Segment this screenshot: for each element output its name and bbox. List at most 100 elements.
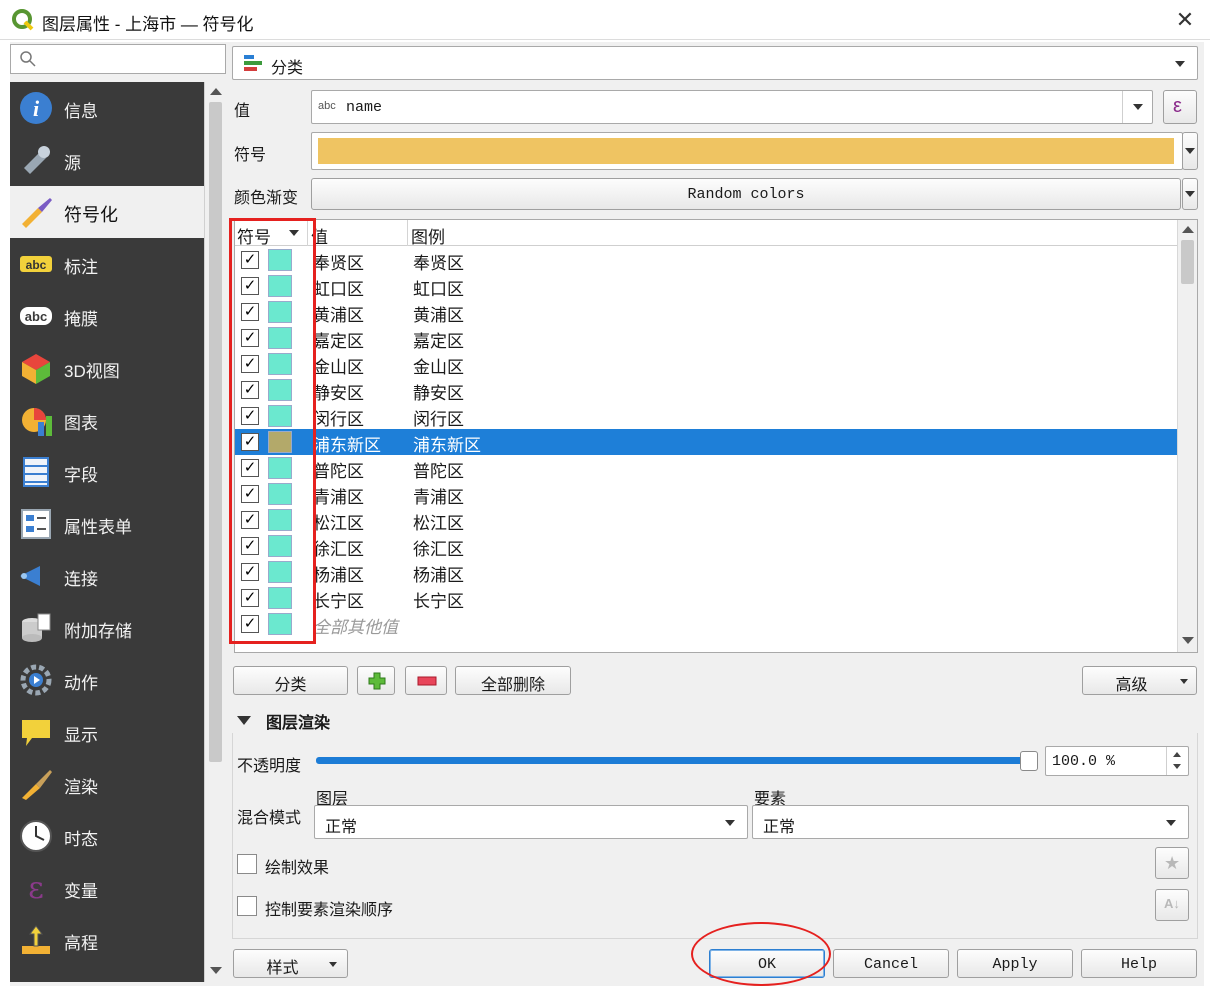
minus-icon — [417, 676, 437, 686]
table-row[interactable]: ✓ 松江区 松江区 — [235, 507, 1177, 533]
chevron-down-icon — [725, 820, 735, 826]
sidebar-item[interactable]: 高程 — [10, 914, 204, 966]
color-ramp-dropdown-button[interactable] — [1182, 178, 1198, 210]
auxiliary-storage-icon — [22, 613, 51, 642]
sidebar-item[interactable]: abc 掩膜 — [10, 290, 204, 342]
spin-up-icon[interactable] — [1173, 752, 1181, 757]
sidebar-scrollbar[interactable] — [204, 82, 226, 982]
category-legend: 金山区 — [413, 358, 464, 377]
collapse-arrow-icon[interactable] — [237, 716, 251, 725]
category-legend: 静安区 — [413, 384, 464, 403]
column-header-legend[interactable]: 图例 — [411, 223, 445, 248]
style-menu-button[interactable]: 样式 — [233, 949, 348, 978]
feature-order-settings-button[interactable]: A↓ — [1155, 889, 1189, 921]
table-row[interactable]: ✓ 闵行区 闵行区 — [235, 403, 1177, 429]
help-button[interactable]: Help — [1081, 949, 1197, 978]
table-row[interactable]: ✓ 黄浦区 黄浦区 — [235, 299, 1177, 325]
table-row[interactable]: ✓ 青浦区 青浦区 — [235, 481, 1177, 507]
cancel-button[interactable]: Cancel — [833, 949, 949, 978]
table-row[interactable]: ✓ 杨浦区 杨浦区 — [235, 559, 1177, 585]
table-row[interactable]: ✓ 普陀区 普陀区 — [235, 455, 1177, 481]
search-icon — [20, 51, 36, 67]
scroll-down-icon[interactable] — [210, 967, 222, 974]
layer-blend-select[interactable]: 正常 — [314, 805, 748, 839]
category-value: 徐汇区 — [313, 540, 364, 559]
expression-button[interactable]: ε — [1163, 90, 1197, 124]
search-input[interactable] — [10, 44, 226, 74]
category-value: 嘉定区 — [313, 332, 364, 351]
table-row[interactable]: ✓ 全部其他值 — [235, 611, 1177, 637]
remove-category-button[interactable] — [405, 666, 447, 695]
sidebar-item[interactable]: ε 变量 — [10, 862, 204, 914]
sidebar-item[interactable]: 附加存储 — [10, 602, 204, 654]
category-value: 杨浦区 — [313, 566, 364, 585]
scroll-thumb[interactable] — [1181, 240, 1194, 284]
opacity-spinbox[interactable]: 100.0 % — [1045, 746, 1189, 776]
table-row[interactable]: ✓ 浦东新区 浦东新区 — [235, 429, 1177, 455]
feature-order-checkbox[interactable] — [237, 896, 257, 916]
sidebar-item-label: 图表 — [64, 414, 98, 433]
advanced-menu-button[interactable]: 高级 — [1082, 666, 1197, 695]
scroll-down-icon[interactable] — [1182, 637, 1194, 644]
sidebar-item[interactable]: 字段 — [10, 446, 204, 498]
field-dropdown-button[interactable] — [1122, 91, 1152, 123]
classify-button-label: 分类 — [274, 677, 307, 694]
scroll-thumb[interactable] — [209, 102, 222, 762]
category-legend: 闵行区 — [413, 410, 464, 429]
variables-epsilon-icon: ε — [28, 871, 44, 906]
sidebar-item-label: 高程 — [64, 934, 98, 953]
layer-rendering-title[interactable]: 图层渲染 — [266, 709, 330, 733]
table-row[interactable]: ✓ 徐汇区 徐汇区 — [235, 533, 1177, 559]
feature-blend-select[interactable]: 正常 — [752, 805, 1189, 839]
renderer-type-select[interactable]: 分类 — [232, 46, 1198, 80]
symbology-brush-icon — [22, 198, 52, 228]
actions-gear-icon — [20, 664, 52, 696]
sidebar-item[interactable]: 图表 — [10, 394, 204, 446]
sidebar-item[interactable]: 符号化 — [10, 186, 204, 238]
opacity-slider-handle[interactable] — [1020, 751, 1038, 771]
table-row[interactable]: ✓ 金山区 金山区 — [235, 351, 1177, 377]
color-ramp-button[interactable]: Random colors — [311, 178, 1181, 210]
opacity-slider-track[interactable] — [316, 757, 1028, 764]
value-field-select[interactable]: abc name — [311, 90, 1153, 124]
chevron-down-icon — [1133, 104, 1143, 110]
sidebar-item[interactable]: 时态 — [10, 810, 204, 862]
sidebar-item[interactable]: i 信息 — [10, 82, 204, 134]
window-title: 图层属性 - 上海市 — 符号化 — [42, 15, 254, 34]
sidebar-item[interactable]: 3D视图 — [10, 342, 204, 394]
category-legend: 松江区 — [413, 514, 464, 533]
draw-effects-settings-button[interactable]: ★ — [1155, 847, 1189, 879]
draw-effects-checkbox[interactable] — [237, 854, 257, 874]
sidebar-item[interactable]: 显示 — [10, 706, 204, 758]
table-row[interactable]: ✓ 长宁区 长宁区 — [235, 585, 1177, 611]
symbol-button[interactable] — [311, 132, 1183, 170]
sidebar-item[interactable]: abc 标注 — [10, 238, 204, 290]
color-ramp-value: Random colors — [687, 186, 805, 203]
sidebar-item[interactable]: 动作 — [10, 654, 204, 706]
table-row[interactable]: ✓ 静安区 静安区 — [235, 377, 1177, 403]
symbol-dropdown-button[interactable] — [1182, 132, 1198, 170]
table-row[interactable]: ✓ 嘉定区 嘉定区 — [235, 325, 1177, 351]
category-value: 闵行区 — [313, 410, 364, 429]
category-legend: 长宁区 — [413, 592, 464, 611]
spin-down-icon[interactable] — [1173, 764, 1181, 769]
attributes-form-icon — [21, 509, 51, 539]
classify-button[interactable]: 分类 — [233, 666, 348, 695]
sidebar-item[interactable]: 源 — [10, 134, 204, 186]
category-legend: 徐汇区 — [413, 540, 464, 559]
table-scrollbar[interactable] — [1177, 220, 1197, 652]
scroll-up-icon[interactable] — [210, 88, 222, 95]
apply-button[interactable]: Apply — [957, 949, 1073, 978]
sidebar-item[interactable]: 渲染 — [10, 758, 204, 810]
sidebar-item[interactable]: 属性表单 — [10, 498, 204, 550]
scroll-up-icon[interactable] — [1182, 226, 1194, 233]
table-row[interactable]: ✓ 虹口区 虹口区 — [235, 273, 1177, 299]
sidebar-item[interactable]: 连接 — [10, 550, 204, 602]
delete-all-button[interactable]: 全部删除 — [455, 666, 571, 695]
spin-buttons[interactable] — [1166, 747, 1188, 775]
add-category-button[interactable] — [357, 666, 395, 695]
close-button[interactable]: ✕ — [1170, 6, 1200, 34]
table-row[interactable]: ✓ 奉贤区 奉贤区 — [235, 247, 1177, 273]
sidebar-item-label: 连接 — [64, 570, 98, 589]
category-value: 黄浦区 — [313, 306, 364, 325]
